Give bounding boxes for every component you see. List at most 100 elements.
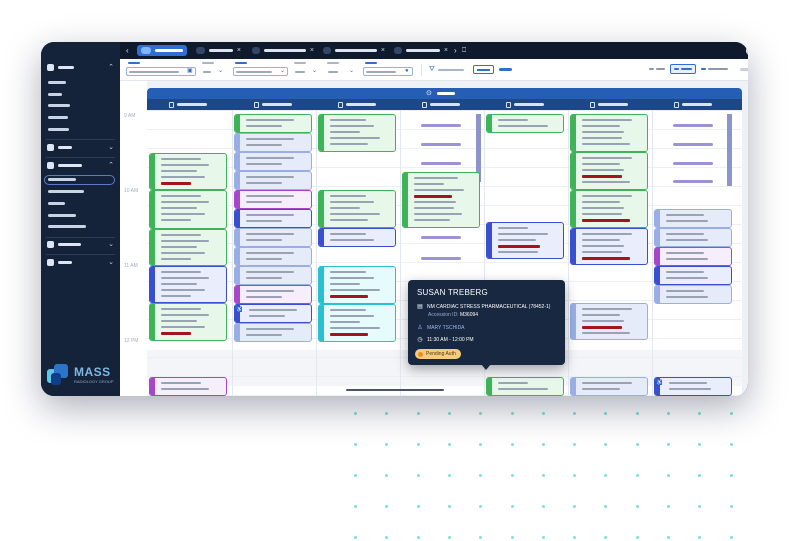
chat-icon[interactable]: ▬ xyxy=(746,45,748,56)
appointment-slot[interactable] xyxy=(421,257,461,260)
sidebar-section-settings[interactable]: ⌄ xyxy=(47,240,114,249)
resource-column-header[interactable] xyxy=(674,99,712,110)
appointment-card[interactable] xyxy=(486,377,564,396)
sidebar-section-schedule[interactable]: ⌃ xyxy=(47,161,114,170)
chevron-down-icon[interactable]: ⌄ xyxy=(349,67,354,76)
filter-dropdown[interactable]: ⌄ xyxy=(233,62,288,78)
chevron-up-icon[interactable]: ⌃ xyxy=(108,162,114,169)
sidebar-subitem[interactable] xyxy=(48,116,68,119)
appointment-slot[interactable] xyxy=(421,162,461,165)
filter-dropdown[interactable]: ⌄ xyxy=(325,62,359,78)
tab[interactable]: × xyxy=(192,45,245,56)
appointment-card[interactable] xyxy=(149,303,227,341)
appointment-card[interactable] xyxy=(486,114,564,133)
appointment-card[interactable] xyxy=(149,229,227,266)
bookmark-icon[interactable]: ⎕ xyxy=(462,45,466,56)
appointment-card[interactable] xyxy=(654,228,732,247)
tab[interactable]: × xyxy=(390,45,452,56)
sidebar-search[interactable]: ⌃ xyxy=(47,63,114,72)
filter-dropdown[interactable]: ● xyxy=(363,62,413,78)
tab-active[interactable] xyxy=(137,45,187,56)
resource-column-header[interactable] xyxy=(590,99,628,110)
resource-column-header[interactable] xyxy=(338,99,376,110)
filter-icon[interactable]: ⛛ xyxy=(429,65,435,74)
week-view-button[interactable] xyxy=(698,64,732,74)
appointment-card[interactable] xyxy=(654,209,732,228)
resource-column-header[interactable] xyxy=(169,99,207,110)
appointment-card[interactable] xyxy=(318,228,396,247)
chevron-down-icon[interactable]: ⌄ xyxy=(218,67,223,76)
chevron-left-icon[interactable]: ‹ xyxy=(126,45,129,56)
appointment-card[interactable] xyxy=(486,222,564,259)
close-icon[interactable]: × xyxy=(381,47,385,54)
tab[interactable]: × xyxy=(248,45,318,56)
appointment-card[interactable]: ♿ xyxy=(234,304,312,323)
appointment-card[interactable] xyxy=(149,190,227,229)
sidebar-subitem[interactable] xyxy=(48,81,66,84)
appointment-card[interactable] xyxy=(234,228,312,247)
sidebar-subitem[interactable] xyxy=(48,202,65,205)
appointment-slot[interactable] xyxy=(421,143,461,146)
appointment-card[interactable] xyxy=(234,285,312,304)
close-icon[interactable]: × xyxy=(444,47,448,54)
sidebar-subitem[interactable] xyxy=(48,225,86,228)
date-filter[interactable]: ▣ xyxy=(126,62,196,78)
sidebar-subitem[interactable] xyxy=(48,104,70,107)
doctor-name[interactable]: MARY TSCHIDA xyxy=(427,325,465,331)
filter-dropdown[interactable]: ⌄ xyxy=(292,62,322,78)
appointment-card[interactable] xyxy=(234,323,312,342)
appointment-card[interactable] xyxy=(234,133,312,152)
appointment-slot[interactable] xyxy=(673,124,713,127)
appointment-card[interactable] xyxy=(318,190,396,228)
appointment-slot[interactable] xyxy=(673,162,713,165)
appointment-card[interactable] xyxy=(570,114,648,152)
appointment-card[interactable] xyxy=(654,266,732,285)
resource-column-header[interactable] xyxy=(506,99,544,110)
sidebar-subitem[interactable] xyxy=(48,128,69,131)
chevron-right-icon[interactable]: › xyxy=(454,45,457,56)
chevron-down-icon[interactable]: ⌄ xyxy=(312,67,317,76)
appointment-card[interactable] xyxy=(318,266,396,304)
resource-column-header[interactable] xyxy=(254,99,292,110)
appointment-card[interactable] xyxy=(570,152,648,190)
sidebar-subitem[interactable] xyxy=(48,178,76,181)
appointment-card[interactable] xyxy=(402,172,480,228)
clear-icon[interactable]: ● xyxy=(405,67,409,76)
appointment-card[interactable]: ♿ xyxy=(654,377,732,396)
tab[interactable]: × xyxy=(319,45,389,56)
sidebar-section-patients[interactable]: ⌄ xyxy=(47,143,114,152)
day-view-button[interactable] xyxy=(670,64,696,74)
appointment-card[interactable] xyxy=(570,190,648,228)
appointment-card[interactable] xyxy=(234,247,312,266)
close-icon[interactable]: × xyxy=(310,47,314,54)
appointment-slot[interactable] xyxy=(421,124,461,127)
appointment-card[interactable] xyxy=(234,114,312,133)
appointment-card[interactable] xyxy=(654,285,732,304)
location-header[interactable]: ⊙ xyxy=(147,88,742,99)
chevron-up-icon[interactable]: ⌃ xyxy=(108,64,114,71)
appointment-card[interactable] xyxy=(149,377,227,396)
list-view-button[interactable] xyxy=(646,64,669,74)
appointment-card[interactable] xyxy=(234,171,312,190)
appointment-card[interactable] xyxy=(570,303,648,340)
appointment-slot[interactable] xyxy=(673,143,713,146)
appointment-card[interactable] xyxy=(149,153,227,190)
sidebar-section-inbox[interactable]: ⌄ xyxy=(47,258,114,267)
appointment-card[interactable] xyxy=(234,266,312,285)
settings-link[interactable] xyxy=(740,68,748,71)
resource-column-header[interactable] xyxy=(422,99,460,110)
chevron-down-icon[interactable]: ⌄ xyxy=(108,241,114,248)
sidebar-subitem[interactable] xyxy=(48,214,76,217)
appointment-card[interactable] xyxy=(318,304,396,342)
today-button[interactable] xyxy=(473,65,494,74)
close-icon[interactable]: × xyxy=(237,47,241,54)
horizontal-scrollbar[interactable] xyxy=(346,389,444,391)
appointment-card[interactable] xyxy=(570,228,648,265)
chevron-down-icon[interactable]: ⌄ xyxy=(108,259,114,266)
appointment-card[interactable] xyxy=(570,377,648,396)
calendar-icon[interactable]: ▣ xyxy=(187,67,193,76)
sidebar-subitem[interactable] xyxy=(48,93,62,96)
chevron-down-icon[interactable]: ⌄ xyxy=(280,67,285,76)
appointment-card[interactable] xyxy=(234,209,312,228)
appointment-card[interactable] xyxy=(318,114,396,152)
